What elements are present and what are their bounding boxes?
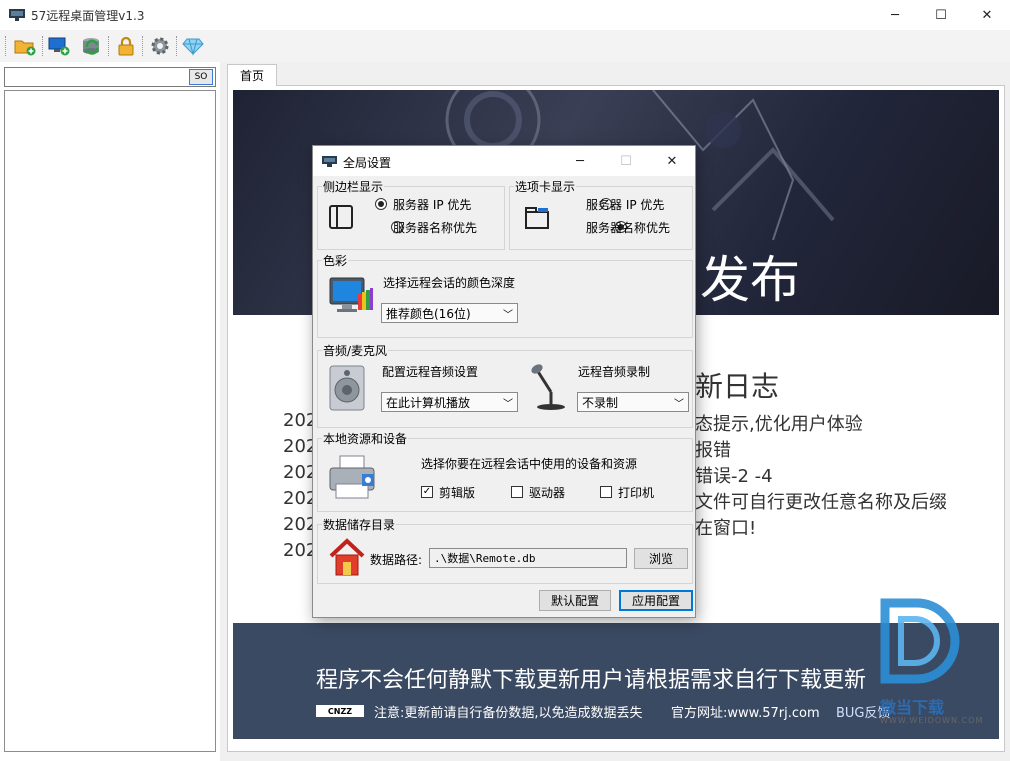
tab-layout-icon: [525, 207, 549, 229]
sidebar-ip-first-label[interactable]: 服务器 IP 优先: [393, 196, 471, 213]
color-monitor-icon: [329, 277, 373, 312]
audio-record-select[interactable]: 不录制 ﹀: [577, 392, 689, 412]
footer-notice: 程序不会任何静默下载更新用户请根据需求自行下载更新: [316, 668, 867, 693]
toolbar-separator: [142, 36, 143, 56]
data-path-input[interactable]: [429, 548, 627, 568]
dialog-title: 全局设置: [343, 156, 392, 170]
dialog-app-icon: [322, 156, 337, 167]
log-line: 在窗口!: [695, 518, 757, 539]
search-input[interactable]: [4, 67, 216, 87]
toolbar-separator: [176, 36, 177, 56]
audio-playback-label: 配置远程音频设置: [382, 365, 479, 379]
watermark-text: 微当下载: [880, 698, 945, 717]
color-depth-value: 推荐颜色(16位): [386, 306, 471, 321]
footer-backup-note: 注意:更新前请自行备份数据,以免造成数据丢失: [374, 706, 643, 721]
chevron-down-icon: ﹀: [674, 399, 684, 410]
log-line: 态提示,优化用户体验: [695, 414, 863, 435]
global-settings-dialog: 全局设置 ─ ☐ ✕ 侧边栏显示 服务器 IP 优先 服务器名称优先 选项卡显示…: [312, 145, 696, 618]
clipboard-label[interactable]: 剪辑版: [439, 484, 475, 501]
add-server-button[interactable]: [46, 33, 72, 59]
data-path-label: 数据路径:: [370, 553, 423, 567]
sidebar-name-first-label[interactable]: 服务器名称优先: [393, 219, 477, 236]
color-depth-label: 选择远程会话的颜色深度: [383, 276, 516, 290]
devices-group-title: 本地资源和设备: [322, 430, 409, 447]
tab-ip-first-label[interactable]: 服务器 IP 优先: [586, 196, 664, 213]
sync-icon: [83, 38, 99, 55]
app-icon: [9, 9, 25, 21]
sidebar-ip-first-radio[interactable]: [375, 198, 387, 210]
printers-label[interactable]: 打印机: [618, 484, 654, 501]
window-title: 57远程桌面管理v1.3: [31, 9, 145, 23]
storage-group-title: 数据储存目录: [322, 516, 397, 533]
add-server-icon: [48, 37, 70, 56]
chevron-down-icon: ﹀: [503, 310, 513, 321]
tab-home[interactable]: 首页: [227, 64, 277, 86]
log-line: 文件可自行更改任意名称及后缀: [695, 492, 947, 513]
printer-icon: [329, 455, 375, 499]
gear-icon: [151, 37, 169, 55]
dialog-minimize-button[interactable]: ─: [557, 146, 603, 176]
default-config-button[interactable]: 默认配置: [539, 590, 611, 611]
color-group-title: 色彩: [322, 252, 349, 269]
apply-config-button[interactable]: 应用配置: [619, 590, 693, 611]
minimize-button[interactable]: ─: [872, 0, 918, 30]
drives-label[interactable]: 驱动器: [529, 484, 565, 501]
cnzz-badge[interactable]: CNZZ: [316, 705, 364, 717]
toolbar-separator: [108, 36, 109, 56]
color-depth-select[interactable]: 推荐颜色(16位) ﹀: [381, 303, 518, 323]
tab-display-title: 选项卡显示: [514, 178, 577, 195]
audio-record-value: 不录制: [582, 395, 619, 410]
dialog-maximize-button: ☐: [620, 153, 632, 169]
browse-button[interactable]: 浏览: [634, 548, 688, 569]
microphone-icon: [531, 364, 565, 410]
maximize-button[interactable]: ☐: [918, 0, 964, 30]
audio-group: [317, 350, 693, 428]
devices-label: 选择你要在远程会话中使用的设备和资源: [421, 457, 638, 471]
add-folder-icon: [14, 40, 36, 56]
official-site-link[interactable]: 官方网址:www.57rj.com: [671, 702, 820, 721]
log-line: 报错: [695, 440, 731, 461]
dialog-titlebar: 全局设置 ─ ☐ ✕: [313, 146, 695, 176]
sync-button[interactable]: [79, 33, 105, 59]
sidebar-display-title: 侧边栏显示: [322, 178, 385, 195]
lock-icon: [118, 36, 134, 56]
window-titlebar: 57远程桌面管理v1.3 ─ ☐ ✕: [0, 0, 1010, 30]
audio-group-title: 音频/麦克风: [322, 342, 389, 359]
speaker-icon: [329, 365, 365, 411]
chevron-down-icon: ﹀: [503, 399, 513, 410]
server-tree[interactable]: [4, 90, 216, 752]
diamond-button[interactable]: [180, 33, 206, 59]
watermark-url: WWW.WEIDOWN.COM: [880, 716, 984, 725]
printers-checkbox[interactable]: [600, 486, 612, 498]
search-button[interactable]: SO: [189, 69, 213, 85]
toolbar-grip: [5, 36, 6, 56]
tab-name-first-label[interactable]: 服务器名称优先: [586, 219, 670, 236]
update-log-title: 新日志: [695, 370, 780, 403]
toolbar-separator: [42, 36, 43, 56]
log-line: 错误-2 -4: [695, 466, 773, 487]
close-button[interactable]: ✕: [964, 0, 1010, 30]
lock-button[interactable]: [113, 33, 139, 59]
banner-text: 发布: [700, 251, 800, 309]
dialog-close-button[interactable]: ✕: [649, 146, 695, 176]
diamond-icon: [182, 38, 204, 56]
settings-button[interactable]: [147, 33, 173, 59]
audio-playback-select[interactable]: 在此计算机播放 ﹀: [381, 392, 518, 412]
audio-record-label: 远程音频录制: [578, 365, 651, 379]
sidebar-layout-icon: [329, 205, 353, 229]
clipboard-checkbox[interactable]: ✓: [421, 486, 433, 498]
home-icon: [329, 538, 365, 576]
watermark-logo-icon: [880, 598, 960, 684]
drives-checkbox[interactable]: [511, 486, 523, 498]
audio-playback-value: 在此计算机播放: [386, 395, 471, 410]
toolbar: [0, 30, 1010, 62]
add-folder-button[interactable]: [12, 33, 38, 59]
